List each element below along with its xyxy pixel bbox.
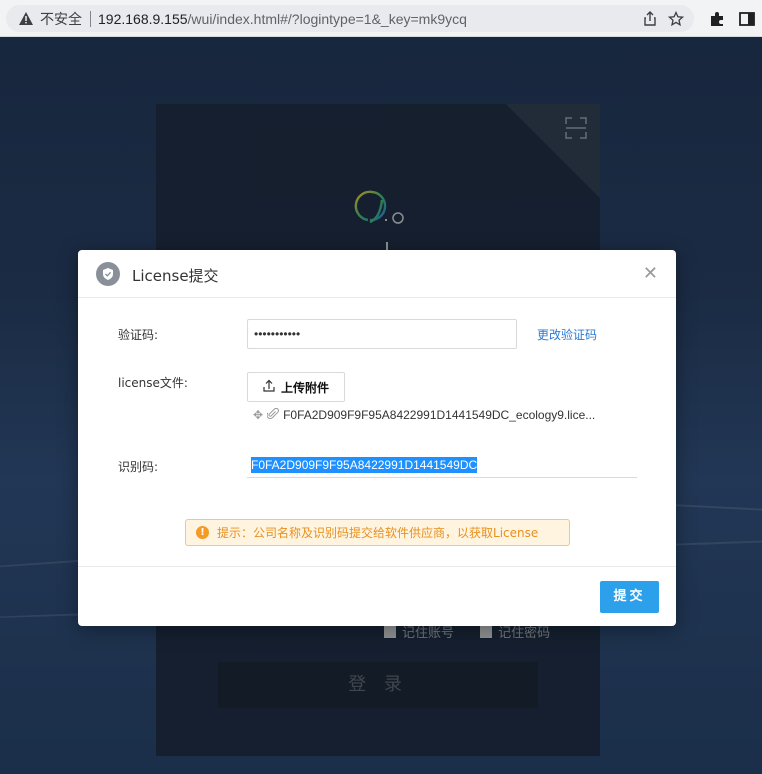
license-file-label: license文件:	[118, 376, 188, 390]
id-code-label: 识别码:	[118, 460, 159, 474]
paperclip-icon	[266, 407, 279, 423]
browser-toolbar: 不安全 192.168.9.155/wui/index.html#/?login…	[0, 0, 762, 37]
upload-icon	[263, 379, 275, 395]
warning-icon	[18, 11, 34, 27]
divider	[90, 10, 91, 27]
url-text[interactable]: 192.168.9.155/wui/index.html#/?logintype…	[98, 11, 467, 27]
tip-text: 提示：公司名称及识别码提交给软件供应商，以获取License	[217, 526, 539, 540]
extensions-icon[interactable]	[708, 10, 726, 28]
close-icon[interactable]: ✕	[643, 263, 658, 284]
uploaded-file: ✥ F0FA2D909F9F95A8422991D1441549DC_ecolo…	[253, 407, 595, 423]
change-code-link[interactable]: 更改验证码	[537, 326, 597, 343]
info-tip: ! 提示：公司名称及识别码提交给软件供应商，以获取License	[185, 519, 570, 546]
dialog-title: License提交	[132, 267, 219, 285]
dialog-header: License提交 ✕	[78, 250, 676, 298]
code-label: 验证码:	[118, 328, 159, 342]
license-dialog: License提交 ✕ 验证码: ••••••••••• 更改验证码 licen…	[78, 250, 676, 626]
id-code-field[interactable]: F0FA2D909F9F95A8422991D1441549DC	[247, 454, 637, 478]
id-code-value: F0FA2D909F9F95A8422991D1441549DC	[251, 457, 478, 473]
shield-check-icon	[96, 262, 120, 286]
address-bar[interactable]: 不安全 192.168.9.155/wui/index.html#/?login…	[6, 5, 694, 32]
drag-handle-icon[interactable]: ✥	[253, 408, 263, 422]
submit-button[interactable]: 提交	[600, 581, 659, 613]
url-path: /wui/index.html#/?logintype=1&_key=mk9yc…	[187, 10, 467, 27]
bookmark-star-icon[interactable]	[667, 10, 685, 27]
upload-button-label: 上传附件	[280, 380, 329, 395]
file-name[interactable]: F0FA2D909F9F95A8422991D1441549DC_ecology…	[283, 408, 595, 422]
exclamation-icon: !	[196, 526, 209, 539]
verification-code-input[interactable]: •••••••••••	[247, 319, 517, 349]
sidepanel-icon[interactable]	[738, 10, 756, 28]
insecure-label: 不安全	[40, 11, 82, 28]
upload-attachment-button[interactable]: 上传附件	[247, 372, 345, 402]
url-host: 192.168.9.155	[98, 10, 188, 27]
dialog-footer: 提交	[78, 566, 676, 626]
share-icon[interactable]	[642, 11, 658, 27]
